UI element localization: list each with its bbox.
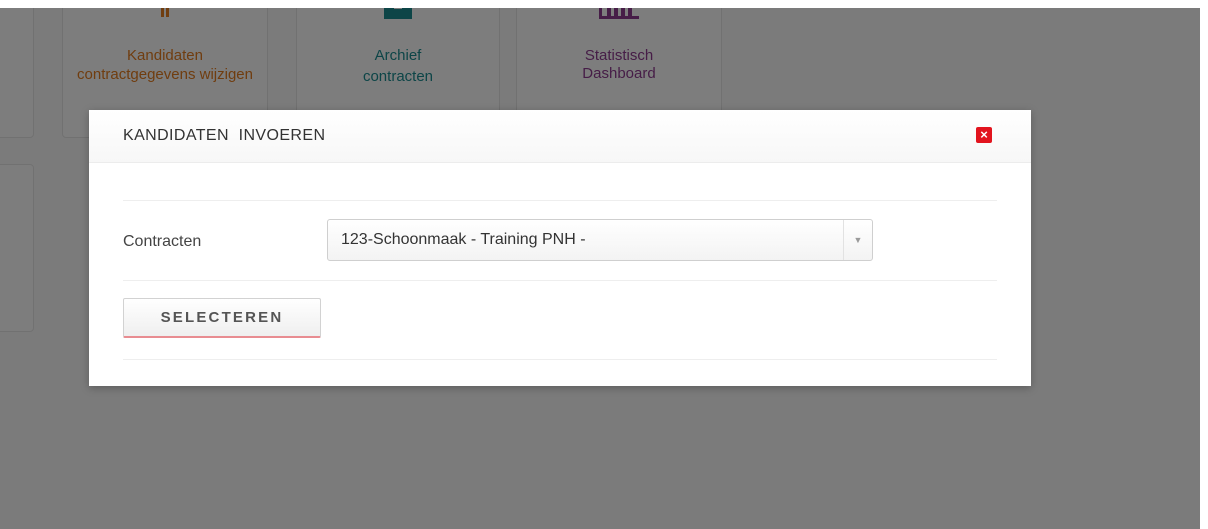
dialog-title: KANDIDATEN INVOEREN — [123, 127, 326, 144]
dialog-header: KANDIDATEN INVOEREN × — [89, 110, 1031, 163]
contracten-select[interactable]: 123-Schoonmaak - Training PNH - ▼ — [327, 219, 873, 261]
screen: Kandidaten contractgegevens wijzigen Arc… — [0, 0, 1208, 529]
divider — [123, 280, 997, 281]
chevron-down-icon[interactable]: ▼ — [843, 220, 872, 260]
contracten-label: Contracten — [123, 233, 202, 250]
selecteren-button[interactable]: SELECTEREN — [123, 298, 321, 338]
divider — [123, 200, 997, 201]
contracten-selected-value: 123-Schoonmaak - Training PNH - — [341, 231, 586, 248]
divider — [123, 359, 997, 360]
kandidaten-invoeren-dialog: KANDIDATEN INVOEREN × Contracten 123-Sch… — [89, 110, 1031, 386]
close-icon[interactable]: × — [976, 127, 992, 143]
